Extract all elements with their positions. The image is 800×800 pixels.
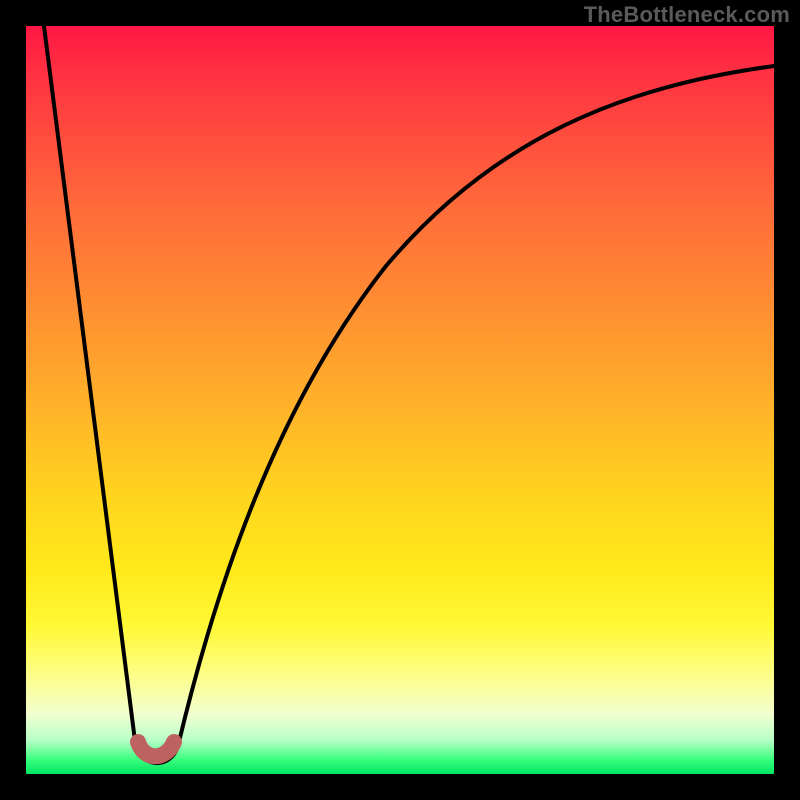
- min-marker: [138, 742, 174, 756]
- chart-frame: TheBottleneck.com: [0, 0, 800, 800]
- watermark-text: TheBottleneck.com: [584, 2, 790, 28]
- curve-layer: [26, 26, 774, 774]
- plot-area: [26, 26, 774, 774]
- main-curve: [44, 26, 774, 763]
